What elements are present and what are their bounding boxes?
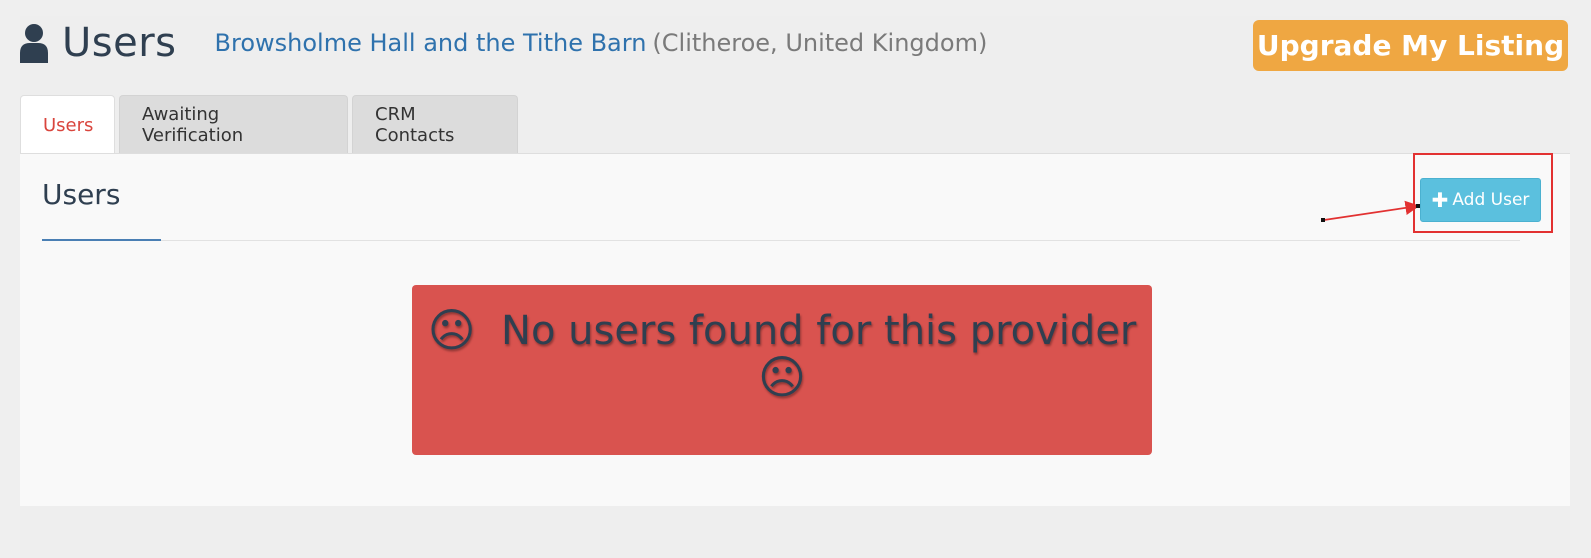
alert-message-line: ☹ No users found for this provider ☹ [412,307,1152,401]
page-title: Users [62,20,177,66]
page-header: Users Browsholme Hall and the Tithe Barn… [18,18,987,68]
alert-message: No users found for this provider [501,308,1137,354]
add-user-label: Add User [1452,190,1530,210]
annotation-arrow [1321,200,1420,222]
frown-icon: ☹ [758,350,806,404]
frown-icon: ☹ [427,303,476,357]
section-divider [42,240,1520,241]
tab-users[interactable]: Users [20,95,115,154]
tab-awaiting-verification[interactable]: Awaiting Verification [119,95,348,154]
add-user-button[interactable]: ✚ Add User [1420,178,1541,222]
tab-crm-contacts[interactable]: CRM Contacts [352,95,518,154]
no-users-alert: ☹ No users found for this provider ☹ [412,285,1152,455]
section-title-underline [42,239,161,241]
upgrade-listing-button[interactable]: Upgrade My Listing [1253,20,1568,71]
venue-location: (Clitheroe, United Kingdom) [652,29,988,57]
user-icon [20,24,48,63]
section-title: Users [42,178,121,211]
venue-name-link[interactable]: Browsholme Hall and the Tithe Barn [215,29,647,57]
tab-bar: Users Awaiting Verification CRM Contacts [20,95,522,154]
users-panel: Users ✚ Add User ☹ No users found for th… [20,153,1570,506]
plus-icon: ✚ [1431,188,1449,212]
